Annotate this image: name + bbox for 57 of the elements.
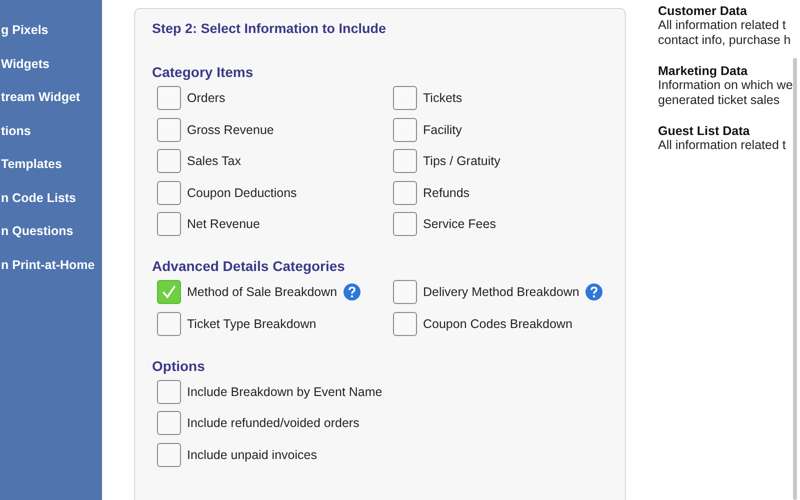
checkbox-label: Include Breakdown by Event Name [187,384,382,398]
sidebar-link[interactable]: g Pixels [0,22,48,39]
info-title: Customer Data [658,4,748,18]
checkbox-label: Net Revenue [187,217,260,231]
checkbox[interactable] [393,212,417,236]
sidebar-link[interactable]: n Print-at-Home [0,256,95,274]
help-icon[interactable] [585,283,604,301]
checkbox[interactable] [157,411,181,435]
info-title: Marketing Data [658,64,749,78]
checkbox[interactable] [393,118,417,142]
sidebar-link[interactable]: tions [0,122,31,140]
info-text: All information related t [658,18,787,33]
checkbox[interactable] [393,312,417,336]
checkbox[interactable] [157,180,181,204]
sidebar-link[interactable]: n Code Lists [0,190,76,206]
checkbox-label: Service Fees [423,217,496,231]
checkbox-label: Include refunded/voided orders [187,416,360,430]
checkbox-label: Coupon Deductions [187,186,297,200]
info-text: All information related t [658,138,787,153]
checkbox-label: Ticket Type Breakdown [187,316,316,330]
checkbox[interactable] [157,442,181,466]
checkbox[interactable] [157,118,181,142]
checkbox[interactable] [157,86,181,110]
step-title: Step 2: Select Information to Include [152,21,388,36]
section-heading: Category Items [152,64,254,80]
checkbox-label: Orders [187,91,226,105]
checkbox-label: Tips / Gratuity [423,154,500,168]
help-icon[interactable] [343,283,362,301]
info-text: Information on which we [658,78,794,93]
checkbox[interactable] [393,149,417,173]
section-heading: Advanced Details Categories [152,258,346,274]
checkbox-label: Sales Tax [187,154,241,168]
checkbox[interactable] [157,149,181,173]
section-heading: Options [152,358,206,374]
checkbox-label: Gross Revenue [187,122,274,136]
checkbox-label: Coupon Codes Breakdown [423,316,572,330]
checkbox[interactable] [393,280,417,304]
checkbox-label: Include unpaid invoices [187,448,317,462]
sidebar-link[interactable]: Widgets [0,56,50,72]
info-text: generated ticket sales [658,93,781,108]
checkbox-label: Refunds [423,186,470,200]
checkbox[interactable] [393,180,417,204]
checkbox[interactable] [157,312,181,336]
sidebar-link[interactable]: tream Widget [0,89,80,106]
checkbox-label: Facility [423,122,462,136]
checkbox[interactable] [157,280,181,304]
checkbox-label: Tickets [423,91,462,105]
checkbox[interactable] [393,86,417,110]
scrollbar[interactable] [793,58,797,500]
checkbox-label: Delivery Method Breakdown [423,285,580,299]
checkbox-label: Method of Sale Breakdown [187,285,338,299]
checkbox[interactable] [157,380,181,404]
checkbox[interactable] [157,212,181,236]
info-text: contact info, purchase h [658,33,792,48]
sidebar-link[interactable]: Templates [0,156,62,173]
info-title: Guest List Data [658,124,751,138]
sidebar-link[interactable]: n Questions [0,223,74,240]
